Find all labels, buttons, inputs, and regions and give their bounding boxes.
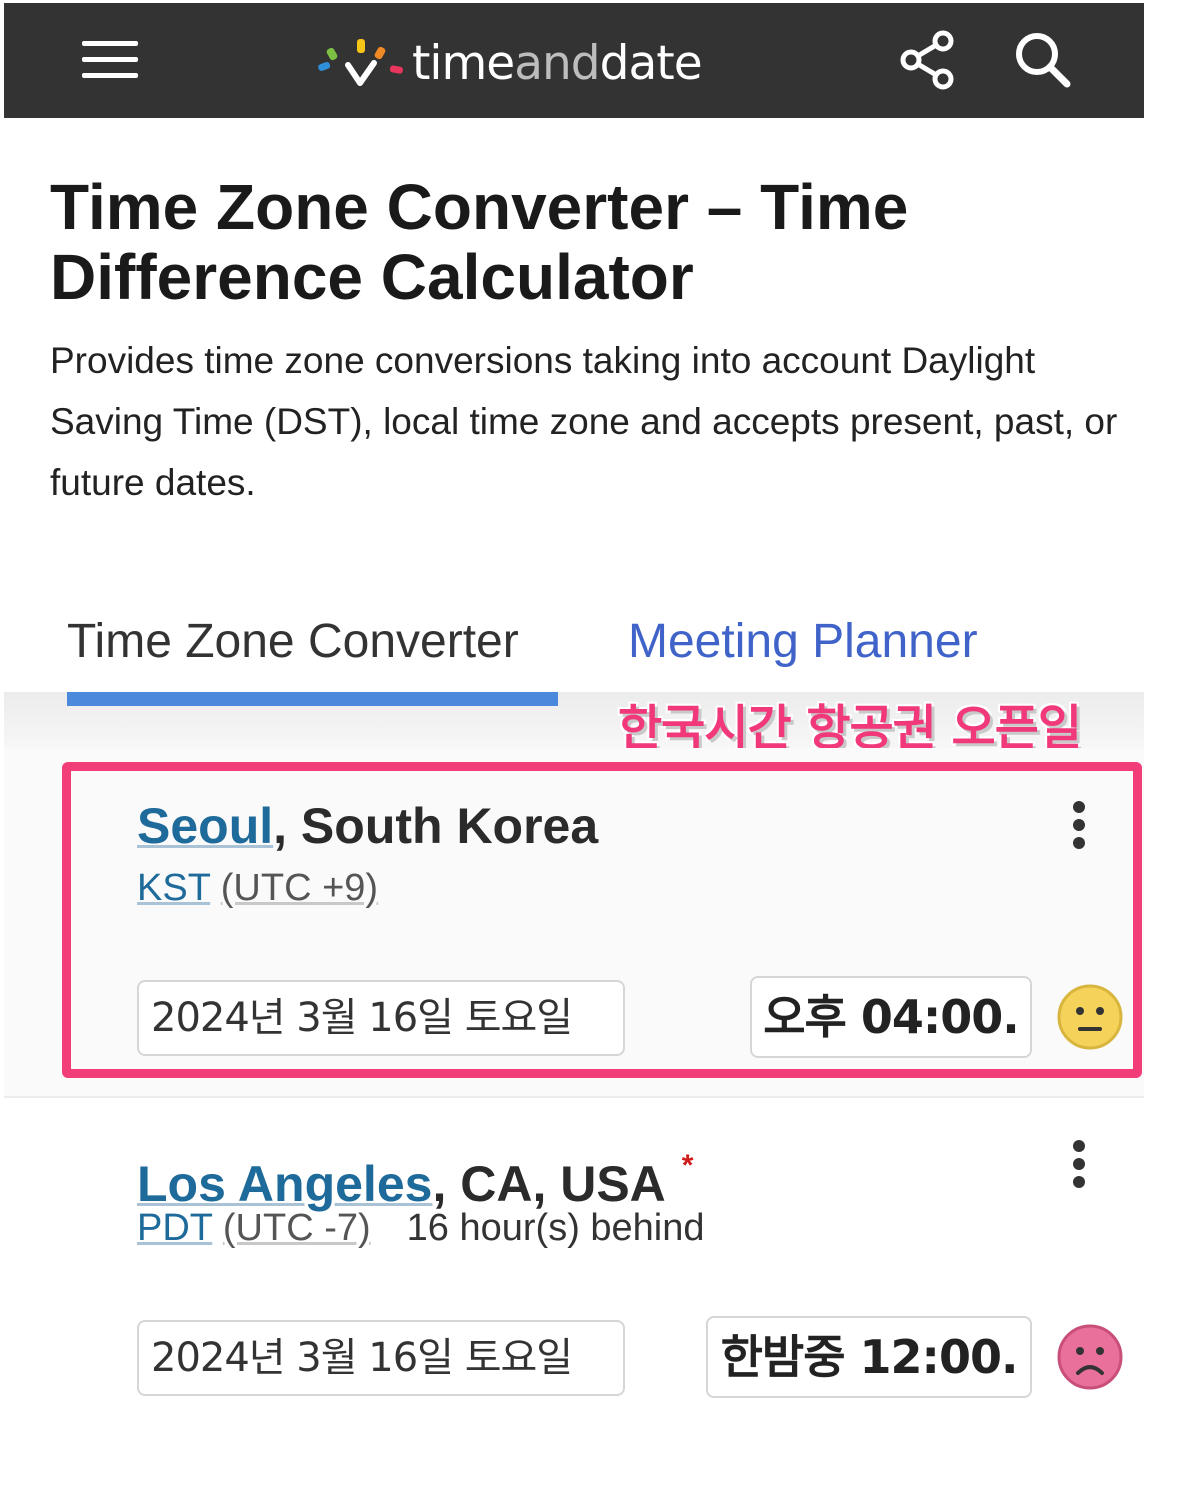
tz-abbr-link[interactable]: PDT: [137, 1207, 212, 1249]
search-icon[interactable]: [1012, 29, 1074, 91]
tab-time-zone-converter[interactable]: Time Zone Converter: [67, 612, 519, 672]
logo-text-date: date: [599, 35, 703, 91]
tz-utc-offset[interactable]: (UTC -7): [223, 1207, 371, 1249]
dst-marker: *: [681, 1149, 694, 1182]
top-navigation-bar: timeanddate: [4, 3, 1144, 118]
city-title-los-angeles: Los Angeles, CA, USA *: [137, 1136, 693, 1214]
logo-text-time: time: [412, 35, 515, 91]
logo-mark-icon: [318, 39, 403, 86]
hamburger-menu-icon[interactable]: [82, 41, 138, 81]
site-logo[interactable]: timeanddate: [314, 33, 703, 93]
row-divider: [4, 1096, 1144, 1098]
highlight-annotation-box: [62, 762, 1142, 1078]
share-icon[interactable]: [897, 29, 957, 91]
page-description: Provides time zone conversions taking in…: [50, 340, 1118, 503]
date-picker-los-angeles[interactable]: 2024년 3월 16일 토요일: [137, 1320, 625, 1396]
tab-meeting-planner[interactable]: Meeting Planner: [628, 612, 978, 672]
sad-face-icon: [1057, 1324, 1123, 1390]
page-title: Time Zone Converter – Time Difference Ca…: [50, 171, 909, 313]
active-tab-indicator: [67, 692, 558, 706]
timezone-line-los-angeles: PDT (UTC -7) 16 hour(s) behind: [137, 1204, 705, 1252]
logo-text-and: and: [514, 35, 600, 91]
time-picker-los-angeles[interactable]: 한밤중 12:00.: [706, 1316, 1032, 1398]
time-difference-text: 16 hour(s) behind: [406, 1207, 705, 1249]
row-options-icon[interactable]: [1068, 1140, 1090, 1188]
